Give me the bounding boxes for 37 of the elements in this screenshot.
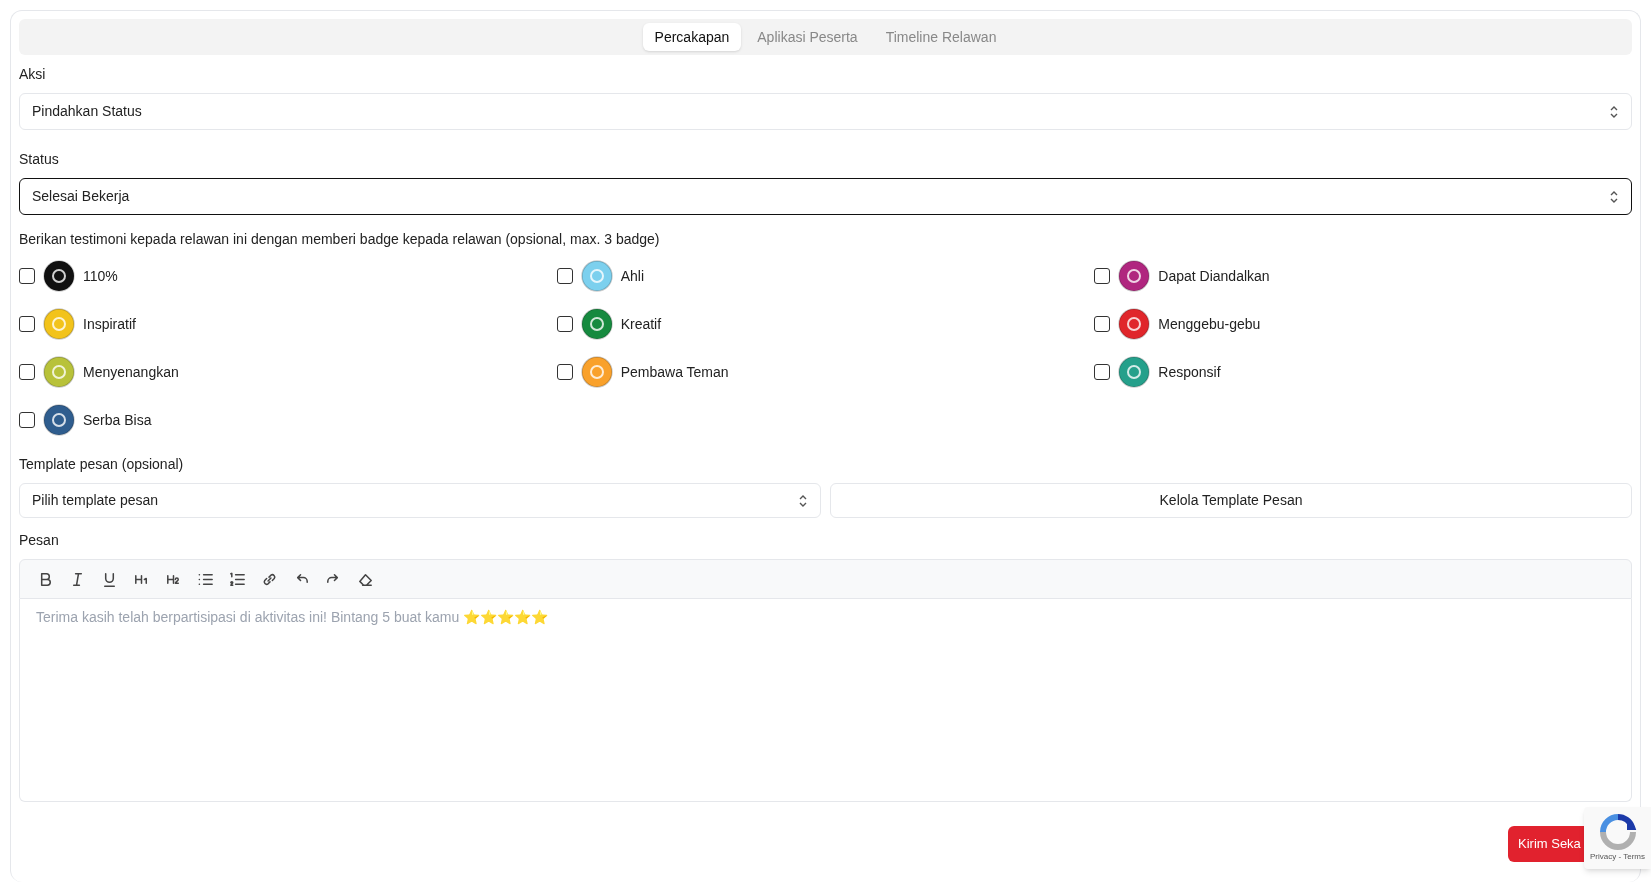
checkbox[interactable]	[19, 364, 35, 380]
badge-label: Menyenangkan	[83, 362, 179, 382]
checkbox[interactable]	[19, 268, 35, 284]
recaptcha-icon	[1598, 813, 1637, 851]
section-label: Berikan testimoni kepada relawan ini dengan memberi badge kepada relawan (opsional, max. 3 badge)	[19, 230, 661, 249]
field-label: Pesan	[19, 531, 60, 550]
field-label: Aksi	[19, 65, 47, 84]
field-label: Status	[19, 150, 60, 169]
checkbox[interactable]	[556, 364, 573, 380]
select-field[interactable]: Pilih template pesan	[19, 483, 821, 518]
checkbox[interactable]	[556, 268, 573, 284]
badge-label: Kreatif	[620, 314, 662, 334]
badge-label: Menggebu-gebu	[1158, 314, 1261, 334]
checkbox[interactable]	[19, 412, 35, 428]
checkbox[interactable]	[1094, 364, 1111, 380]
tab[interactable]: Percakapan	[642, 23, 742, 51]
checkbox[interactable]	[1094, 268, 1111, 284]
chevron-updown-icon	[1609, 104, 1619, 119]
badge-label: Serba Bisa	[83, 410, 152, 430]
recaptcha-links[interactable]: Privacy - Terms	[1590, 851, 1645, 863]
badge-label: Pembawa Teman	[620, 362, 729, 382]
send-button[interactable]: Kirim Seka	[1508, 826, 1586, 862]
badge-label: Responsif	[1158, 362, 1221, 382]
chevron-updown-icon	[1609, 189, 1619, 204]
manage-template-button[interactable]: Kelola Template Pesan	[830, 483, 1632, 518]
checkbox[interactable]	[19, 316, 35, 332]
chevron-updown-icon	[798, 493, 808, 508]
checkbox[interactable]	[556, 316, 573, 332]
message-field[interactable]: Terima kasih telah berpartisipasi di aktivitas ini! Bintang 5 buat kamu ⭐⭐⭐⭐⭐	[19, 599, 1632, 802]
badge-label: Ahli	[620, 266, 644, 286]
checkbox[interactable]	[1094, 316, 1111, 332]
field-label: Template pesan (opsional)	[19, 455, 185, 474]
badge-label: Inspiratif	[83, 314, 136, 334]
badge-label: 110%	[83, 266, 118, 286]
select-field[interactable]: Pindahkan Status	[19, 93, 1632, 130]
badge-label: Dapat Diandalkan	[1158, 266, 1270, 286]
select-field[interactable]: Selesai Bekerja	[19, 178, 1632, 215]
